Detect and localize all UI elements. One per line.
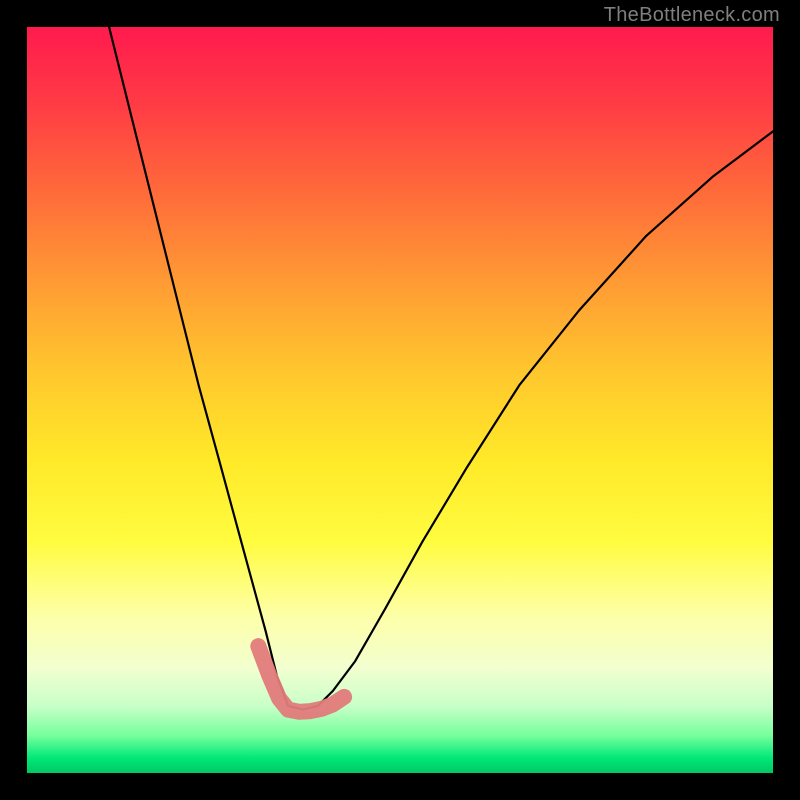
chart-area	[27, 27, 773, 773]
watermark-text: TheBottleneck.com	[604, 4, 780, 27]
curve-layer	[27, 27, 773, 773]
bottleneck-curve	[109, 27, 773, 710]
